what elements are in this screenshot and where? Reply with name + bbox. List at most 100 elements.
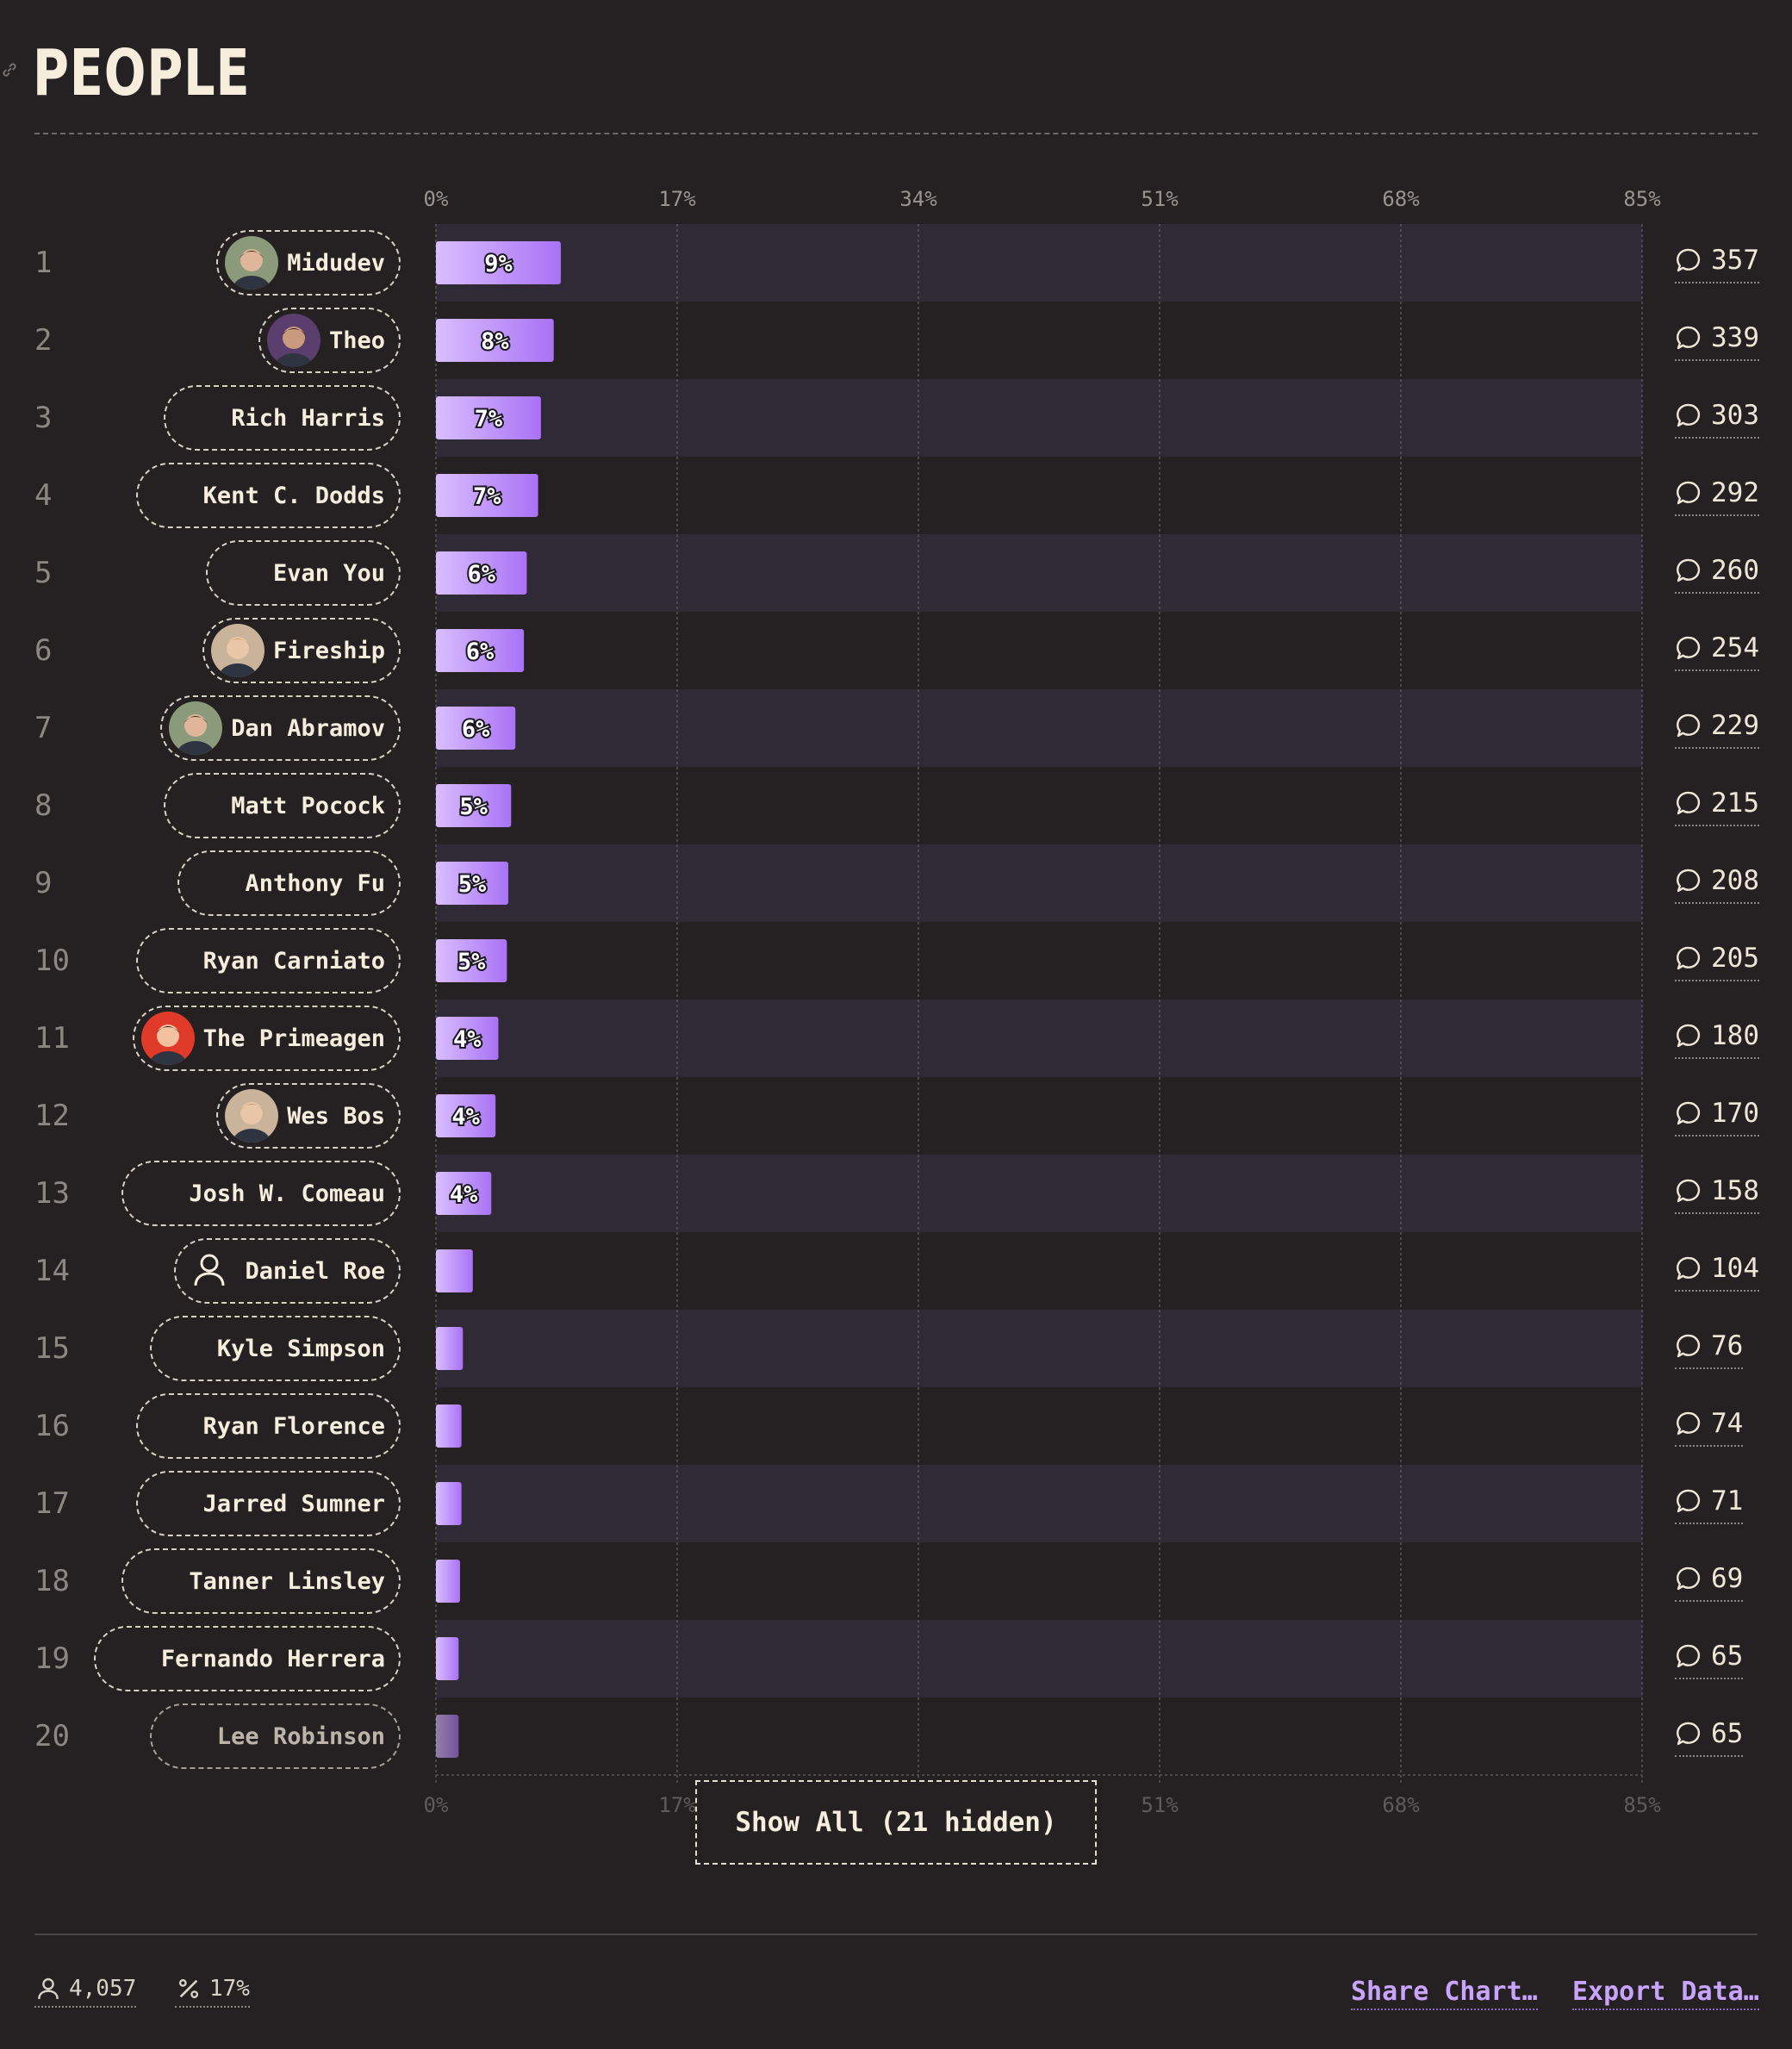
comment-count[interactable]: 71 (1675, 1481, 1744, 1524)
x-tick-label-bottom: 85% (1623, 1793, 1661, 1817)
comment-count[interactable]: 158 (1675, 1171, 1759, 1214)
comment-count-value: 69 (1711, 1563, 1744, 1594)
rank-number: 9 (34, 866, 53, 900)
comment-count[interactable]: 357 (1675, 240, 1759, 283)
comment-count[interactable]: 170 (1675, 1093, 1759, 1137)
comment-icon (1677, 326, 1701, 350)
share-chart-button[interactable]: Share Chart… (1351, 1977, 1538, 2010)
person-pill[interactable]: Kyle Simpson (149, 1316, 401, 1381)
comment-count-value: 158 (1711, 1175, 1759, 1206)
rank-number: 4 (34, 478, 53, 513)
comment-count[interactable]: 65 (1675, 1714, 1744, 1757)
comment-icon (1677, 1024, 1701, 1048)
person-name: Ryan Florence (202, 1412, 385, 1440)
person-pill[interactable]: Ryan Florence (135, 1393, 401, 1459)
row-stripe (436, 1310, 1642, 1387)
x-tick-label-bottom: 51% (1141, 1793, 1179, 1817)
rank-number: 13 (34, 1176, 70, 1211)
show-all-button[interactable]: Show All (21 hidden) (695, 1780, 1097, 1865)
x-tick-label-top: 51% (1141, 187, 1179, 211)
row-stripe (436, 534, 1642, 612)
person-name: Midudev (287, 249, 385, 277)
person-name: Josh W. Comeau (189, 1180, 385, 1207)
rank-number: 11 (34, 1021, 70, 1056)
comment-count[interactable]: 254 (1675, 628, 1759, 671)
avatar (225, 1089, 279, 1143)
person-pill[interactable]: Tanner Linsley (121, 1548, 401, 1614)
person-pill[interactable]: Wes Bos (216, 1083, 401, 1149)
row-stripe (436, 844, 1642, 922)
comment-count-value: 357 (1711, 245, 1759, 276)
comment-count[interactable]: 215 (1675, 783, 1759, 826)
comment-count[interactable]: 260 (1675, 551, 1759, 594)
person-name: Wes Bos (287, 1102, 385, 1130)
comment-count[interactable]: 69 (1675, 1559, 1744, 1602)
rank-number: 5 (34, 556, 53, 590)
comment-count-value: 229 (1711, 710, 1759, 741)
person-pill[interactable]: Kent C. Dodds (135, 463, 401, 528)
bar-value-label: 7% (475, 406, 503, 433)
person-pill[interactable]: Matt Pocock (164, 773, 401, 838)
person-pill[interactable]: Dan Abramov (160, 695, 401, 761)
person-pill[interactable]: Theo (258, 308, 401, 373)
x-tick-label-top: 17% (658, 187, 696, 211)
comment-count[interactable]: 74 (1675, 1404, 1744, 1447)
comment-icon (1677, 1411, 1701, 1436)
person-pill[interactable]: Lee Robinson (149, 1703, 401, 1769)
comment-count[interactable]: 205 (1675, 938, 1759, 981)
x-tick-label-top: 0% (424, 187, 449, 211)
rank-number: 15 (34, 1331, 70, 1366)
person-name: Fireship (272, 637, 385, 664)
person-pill[interactable]: Evan You (205, 540, 401, 606)
bar (436, 1249, 473, 1292)
percent-stat[interactable]: 17% (175, 1975, 250, 2008)
comment-icon (1677, 403, 1701, 427)
person-pill[interactable]: The Primeagen (132, 1006, 401, 1071)
comment-count[interactable]: 65 (1675, 1636, 1744, 1679)
person-pill[interactable]: Fernando Herrera (93, 1626, 401, 1691)
comment-icon (1677, 1101, 1701, 1125)
comment-count-value: 65 (1711, 1718, 1744, 1749)
person-name: Dan Abramov (231, 714, 385, 742)
person-pill[interactable]: Ryan Carniato (135, 928, 401, 993)
comment-count[interactable]: 339 (1675, 318, 1759, 361)
comment-count[interactable]: 303 (1675, 395, 1759, 439)
comment-count[interactable]: 180 (1675, 1016, 1759, 1059)
comment-count-value: 339 (1711, 322, 1759, 353)
rank-number: 3 (34, 401, 53, 435)
person-pill[interactable]: Jarred Sumner (135, 1471, 401, 1536)
comment-icon (1677, 1489, 1701, 1513)
rank-number: 10 (34, 944, 70, 978)
comment-count[interactable]: 104 (1675, 1249, 1759, 1292)
comment-count[interactable]: 292 (1675, 473, 1759, 516)
comment-count[interactable]: 229 (1675, 706, 1759, 749)
person-name: Theo (328, 327, 385, 354)
comment-count[interactable]: 76 (1675, 1326, 1744, 1369)
comment-count[interactable]: 208 (1675, 861, 1759, 904)
person-pill[interactable]: Midudev (216, 230, 401, 296)
person-name: Matt Pocock (231, 792, 385, 819)
row-stripe (436, 1465, 1642, 1542)
row-stripe (436, 689, 1642, 767)
comment-count-value: 292 (1711, 477, 1759, 508)
person-pill[interactable]: Anthony Fu (177, 850, 401, 916)
rank-number: 14 (34, 1254, 70, 1288)
row-stripe (436, 224, 1642, 302)
respondents-stat[interactable]: 4,057 (34, 1975, 137, 2008)
export-data-button[interactable]: Export Data… (1572, 1977, 1759, 2010)
bar (436, 1560, 460, 1603)
rank-number: 20 (34, 1719, 70, 1753)
person-pill[interactable]: Daniel Roe (174, 1238, 401, 1304)
bar-value-label: 5% (457, 949, 486, 975)
person-pill[interactable]: Rich Harris (164, 385, 401, 451)
percent-value: 17% (209, 1976, 250, 2002)
bar (436, 1637, 459, 1680)
bar-value-label: 6% (462, 716, 490, 743)
comment-count-value: 76 (1711, 1330, 1744, 1361)
person-pill[interactable]: Fireship (202, 618, 401, 683)
person-name: Tanner Linsley (189, 1567, 385, 1595)
x-tick-label-bottom: 0% (424, 1793, 449, 1817)
comment-count-value: 208 (1711, 865, 1759, 896)
person-pill[interactable]: Josh W. Comeau (121, 1161, 401, 1226)
rank-number: 6 (34, 633, 53, 668)
